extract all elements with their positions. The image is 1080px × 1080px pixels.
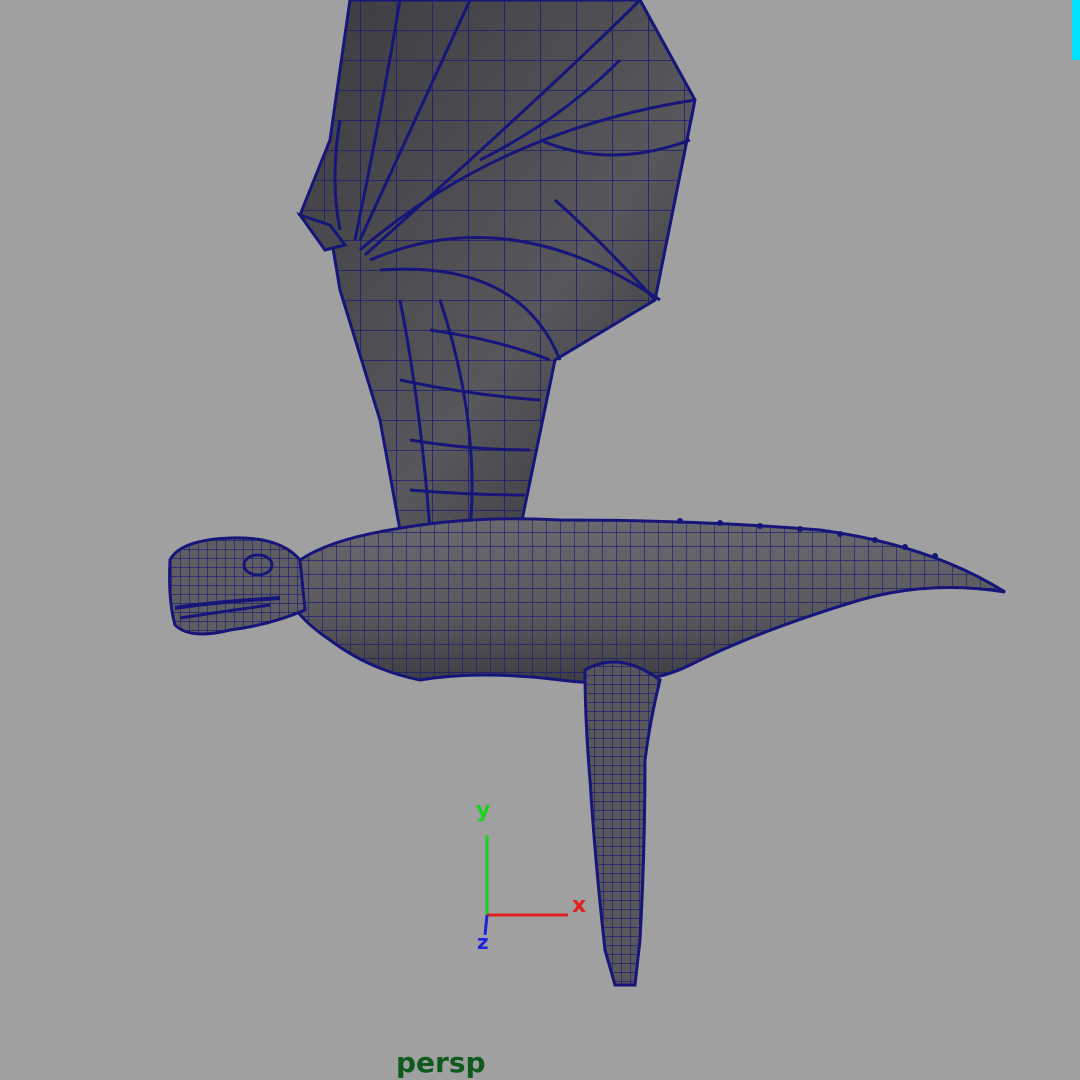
axis-gizmo [483, 835, 568, 936]
axis-x-label: x [572, 893, 587, 918]
leg-mesh[interactable] [583, 660, 662, 987]
axis-y-label: y [476, 798, 491, 823]
camera-label: persp [396, 1046, 486, 1079]
wing-mesh[interactable] [296, 0, 697, 532]
dragon-model[interactable] [0, 0, 1080, 1080]
body-mesh[interactable] [288, 517, 1006, 685]
persp-viewport[interactable]: y x z persp [0, 0, 1080, 1080]
axis-z-label: z [477, 930, 489, 954]
head-mesh[interactable] [168, 536, 307, 636]
selection-highlight-marker [1072, 0, 1080, 60]
